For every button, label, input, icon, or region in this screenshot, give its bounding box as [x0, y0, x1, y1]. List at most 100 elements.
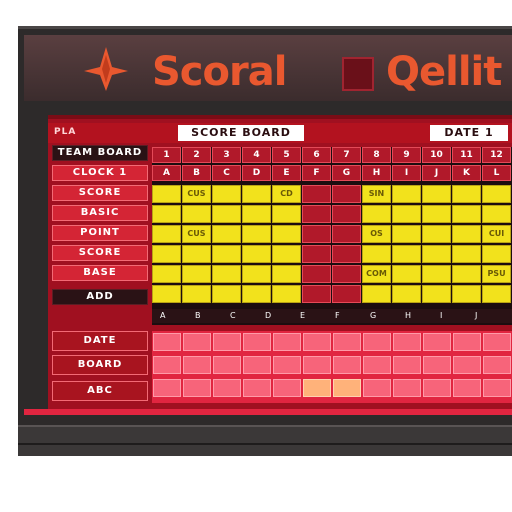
grid-cell[interactable] — [392, 245, 421, 263]
lower-cell[interactable] — [243, 356, 271, 374]
grid-cell[interactable]: PSU — [482, 265, 511, 283]
grid-cell[interactable] — [212, 245, 241, 263]
lower-label-date[interactable]: DATE — [52, 331, 148, 351]
grid-cell[interactable] — [152, 185, 181, 203]
grid-cell[interactable] — [482, 205, 511, 223]
lower-cell[interactable] — [363, 356, 391, 374]
grid-cell[interactable] — [302, 265, 331, 283]
lower-cell[interactable] — [273, 379, 301, 397]
grid-cell[interactable] — [242, 245, 271, 263]
sidebar-item-base[interactable]: BASE — [52, 265, 148, 281]
lower-cell[interactable] — [183, 333, 211, 351]
grid-cell[interactable] — [152, 225, 181, 243]
lower-cell[interactable] — [483, 356, 511, 374]
lower-cell[interactable] — [213, 379, 241, 397]
grid-cell[interactable] — [422, 205, 451, 223]
grid-cell[interactable] — [302, 185, 331, 203]
grid-cell[interactable] — [392, 225, 421, 243]
lower-cell[interactable] — [363, 379, 391, 397]
grid-cell[interactable] — [362, 285, 391, 303]
lower-cell[interactable] — [273, 333, 301, 351]
lower-cell[interactable] — [423, 379, 451, 397]
grid-cell[interactable] — [332, 185, 361, 203]
grid-cell[interactable] — [452, 185, 481, 203]
lower-cell[interactable] — [273, 356, 301, 374]
grid-cell[interactable] — [332, 225, 361, 243]
sidebar-item-team-board[interactable]: TEAM BOARD — [52, 145, 148, 161]
lower-cell[interactable] — [303, 356, 331, 374]
lower-cell[interactable] — [483, 333, 511, 351]
grid-cell[interactable] — [242, 225, 271, 243]
grid-cell[interactable] — [242, 185, 271, 203]
lower-cell[interactable] — [333, 333, 361, 351]
lower-cell[interactable] — [303, 379, 331, 397]
lower-cell[interactable] — [243, 379, 271, 397]
lower-cell[interactable] — [153, 379, 181, 397]
grid-cell[interactable] — [272, 265, 301, 283]
lower-cell[interactable] — [423, 356, 451, 374]
grid-cell[interactable] — [272, 225, 301, 243]
grid-cell[interactable] — [452, 265, 481, 283]
grid-cell[interactable] — [272, 245, 301, 263]
grid-cell[interactable] — [362, 245, 391, 263]
grid-cell[interactable]: OS — [362, 225, 391, 243]
lower-cell[interactable] — [153, 356, 181, 374]
grid-cell[interactable] — [452, 285, 481, 303]
sidebar-item-clock[interactable]: CLOCK 1 — [52, 165, 148, 181]
grid-cell[interactable] — [152, 285, 181, 303]
lower-cell[interactable] — [393, 356, 421, 374]
grid-cell[interactable] — [182, 205, 211, 223]
grid-cell[interactable] — [422, 245, 451, 263]
lower-cell[interactable] — [393, 379, 421, 397]
grid-cell[interactable] — [212, 185, 241, 203]
grid-cell[interactable] — [452, 245, 481, 263]
grid-cell[interactable] — [392, 185, 421, 203]
grid-cell[interactable] — [152, 265, 181, 283]
grid-cell[interactable] — [332, 205, 361, 223]
grid-cell[interactable] — [362, 205, 391, 223]
grid-cell[interactable] — [452, 205, 481, 223]
grid-cell[interactable]: CD — [272, 185, 301, 203]
grid-cell[interactable] — [182, 265, 211, 283]
grid-cell[interactable] — [422, 225, 451, 243]
lower-cell[interactable] — [423, 333, 451, 351]
grid-cell[interactable] — [302, 285, 331, 303]
grid-cell[interactable] — [242, 285, 271, 303]
lower-cell[interactable] — [303, 333, 331, 351]
grid-cell[interactable]: COM — [362, 265, 391, 283]
lower-cell[interactable] — [153, 333, 181, 351]
grid-cell[interactable]: SIN — [362, 185, 391, 203]
lower-cell[interactable] — [243, 333, 271, 351]
grid-cell[interactable] — [332, 265, 361, 283]
grid-cell[interactable] — [482, 285, 511, 303]
lower-cell[interactable] — [453, 333, 481, 351]
grid-cell[interactable] — [182, 285, 211, 303]
grid-cell[interactable] — [482, 185, 511, 203]
sidebar-item-point[interactable]: POINT — [52, 225, 148, 241]
grid-cell[interactable] — [452, 225, 481, 243]
grid-cell[interactable] — [332, 245, 361, 263]
grid-cell[interactable] — [152, 245, 181, 263]
grid-cell[interactable] — [212, 265, 241, 283]
grid-cell[interactable] — [272, 205, 301, 223]
grid-cell[interactable] — [392, 265, 421, 283]
lower-cell[interactable] — [453, 379, 481, 397]
grid-cell[interactable] — [392, 205, 421, 223]
lower-cell[interactable] — [213, 333, 241, 351]
lower-label-abc[interactable]: ABC — [52, 381, 148, 401]
grid-cell[interactable] — [302, 225, 331, 243]
grid-cell[interactable] — [242, 265, 271, 283]
grid-cell[interactable] — [422, 185, 451, 203]
grid-cell[interactable]: CUS — [182, 185, 211, 203]
grid-cell[interactable] — [272, 285, 301, 303]
lower-cell[interactable] — [393, 333, 421, 351]
lower-cell[interactable] — [333, 379, 361, 397]
grid-cell[interactable] — [212, 285, 241, 303]
lower-cell[interactable] — [483, 379, 511, 397]
grid-cell[interactable] — [242, 205, 271, 223]
lower-label-board[interactable]: BOARD — [52, 355, 148, 375]
sidebar-item-score-2[interactable]: SCORE — [52, 245, 148, 261]
grid-cell[interactable] — [482, 245, 511, 263]
grid-cell[interactable]: CUI — [482, 225, 511, 243]
grid-cell[interactable] — [152, 205, 181, 223]
